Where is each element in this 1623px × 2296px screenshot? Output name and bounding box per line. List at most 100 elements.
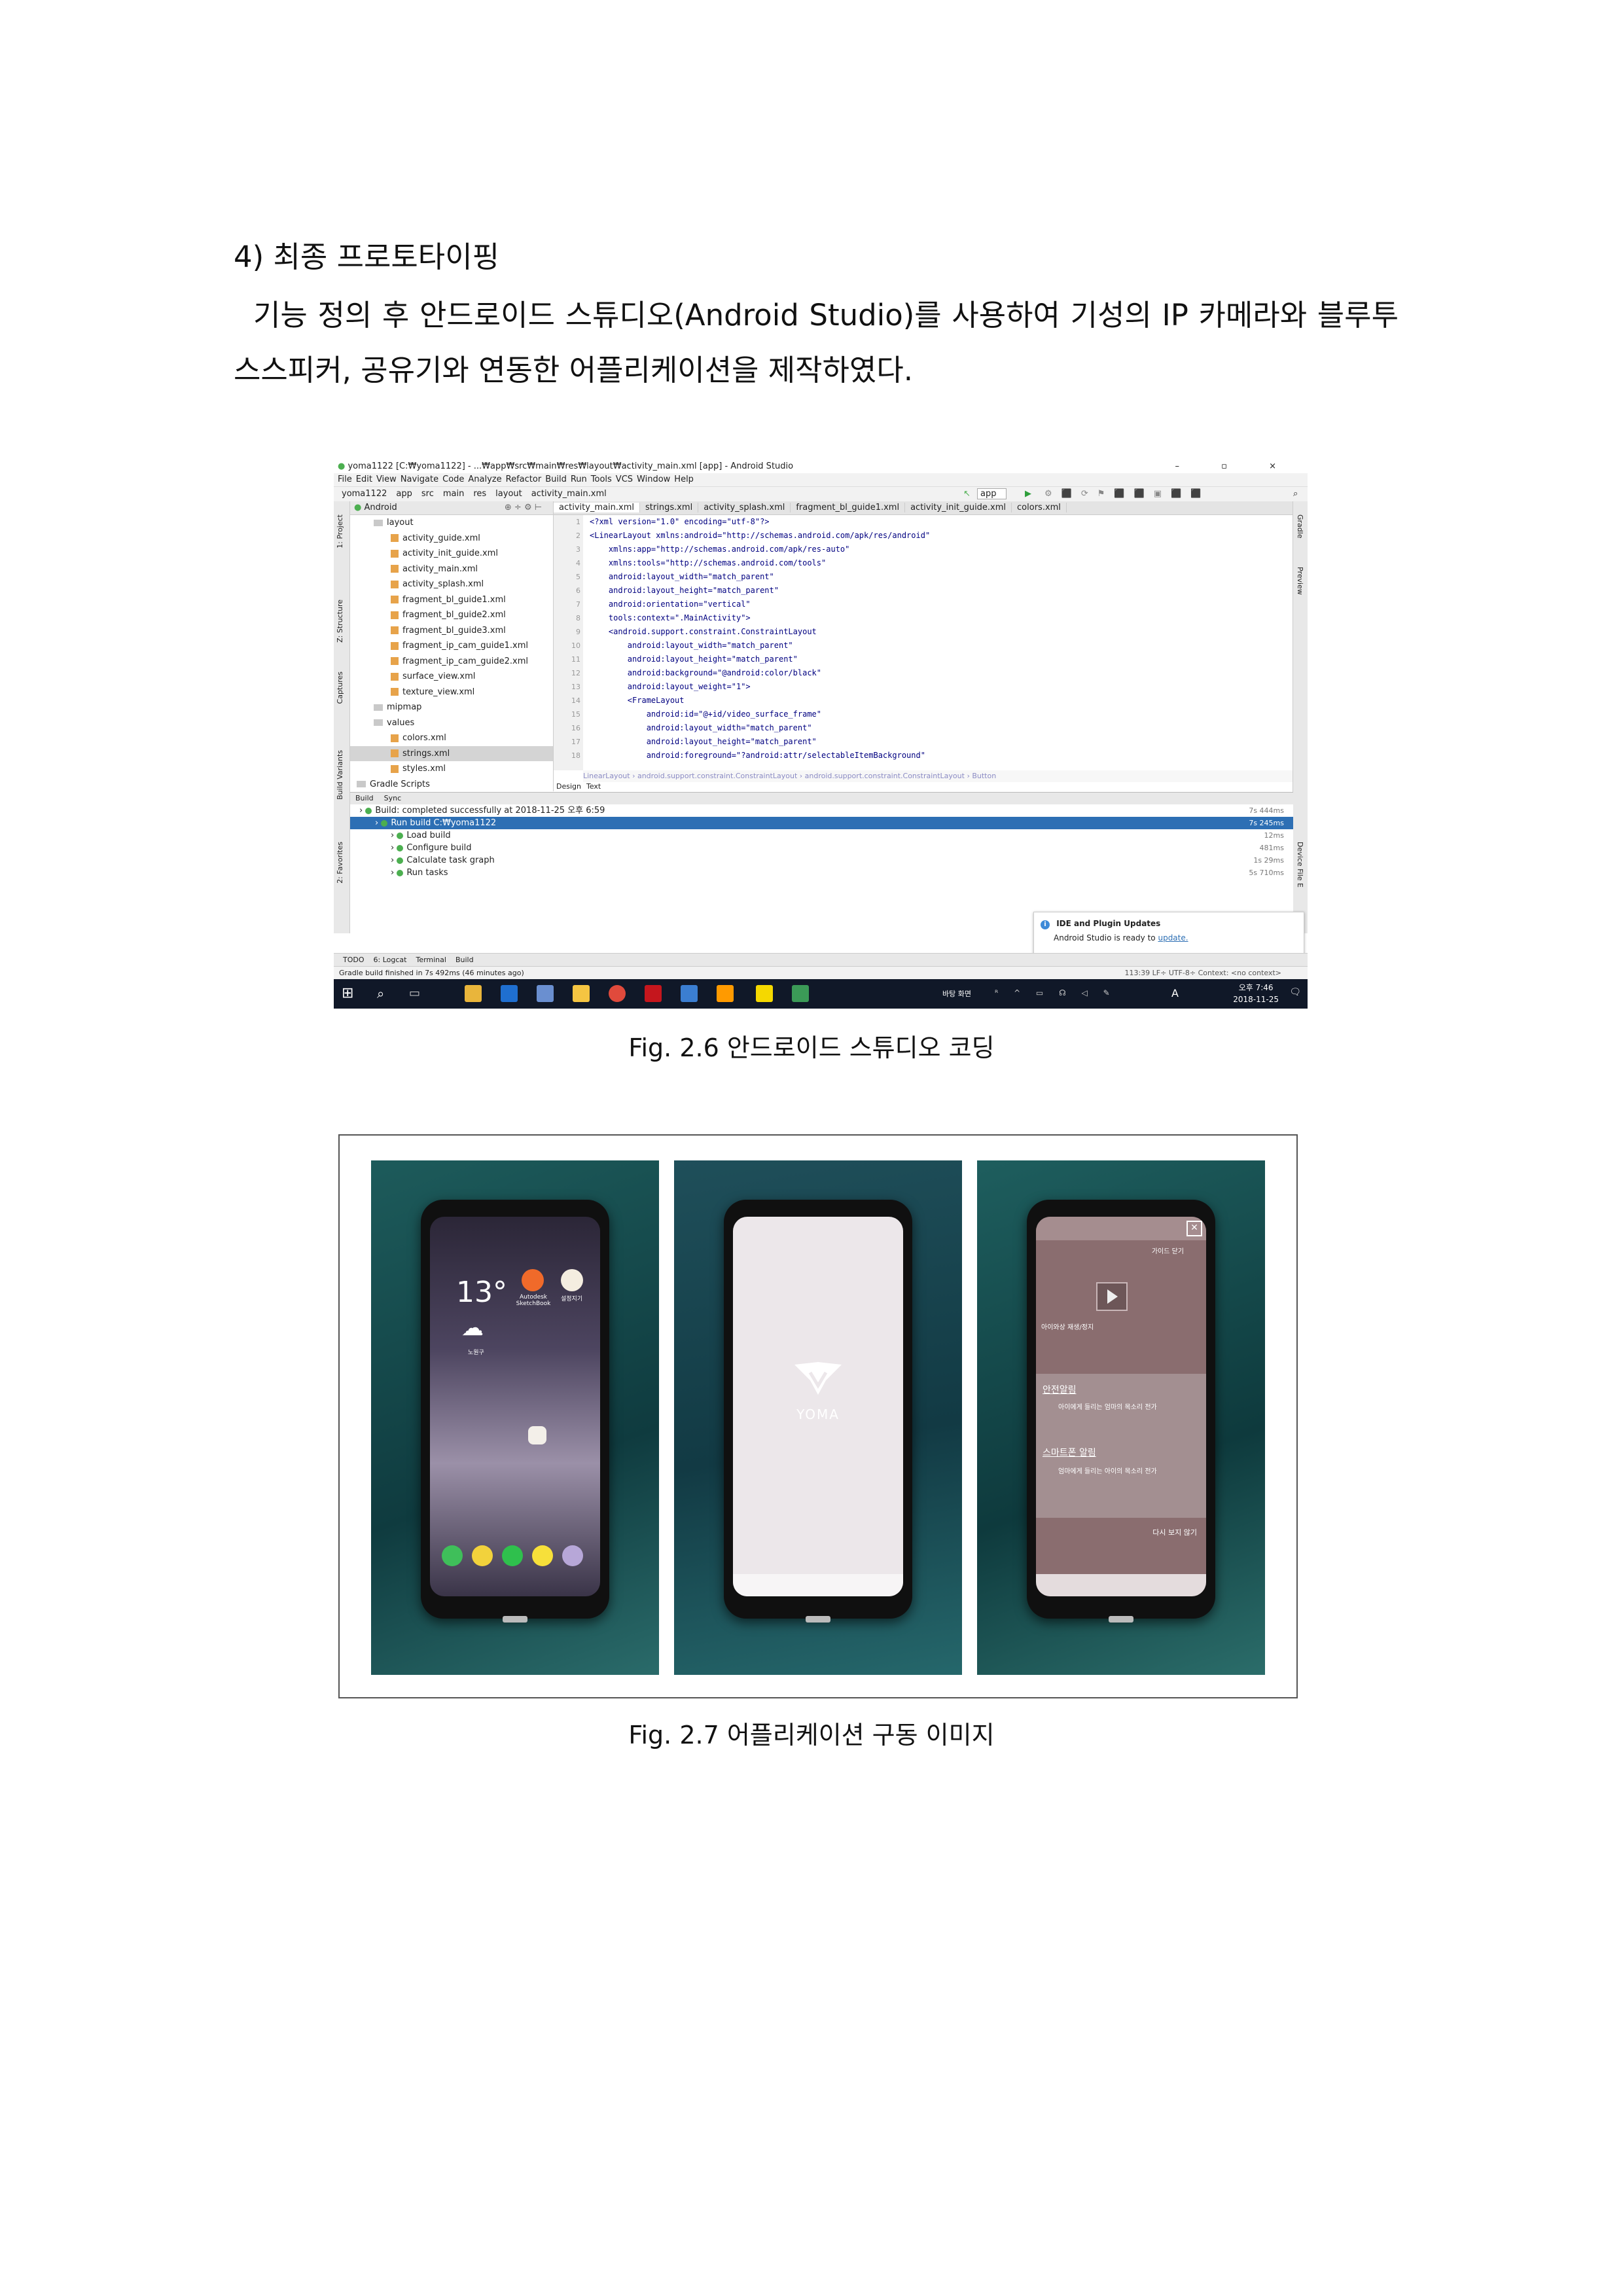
tool-window-button[interactable]: TODO xyxy=(343,956,365,964)
tree-item[interactable]: activity_splash.xml xyxy=(350,577,553,592)
editor-tab[interactable]: colors.xml xyxy=(1012,503,1067,512)
tree-item[interactable]: Gradle Scripts xyxy=(350,777,553,793)
code-line[interactable]: android:layout_height="match_parent" xyxy=(590,735,930,749)
nav-crumb[interactable]: main xyxy=(443,489,464,499)
build-step[interactable]: › Build: completed successfully at 2018-… xyxy=(350,804,1293,817)
search-icon[interactable]: ⌕ xyxy=(377,985,394,1002)
build-step[interactable]: › Configure build 481ms xyxy=(350,842,1293,854)
code-line[interactable]: xmlns:tools="http://schemas.android.com/… xyxy=(590,556,930,570)
menu-item[interactable]: File xyxy=(338,475,352,484)
edge-icon[interactable] xyxy=(501,985,518,1002)
tree-item[interactable]: fragment_bl_guide2.xml xyxy=(350,607,553,623)
code-line[interactable]: android:layout_width="match_parent" xyxy=(590,570,930,584)
build-tab[interactable]: Build xyxy=(350,794,379,802)
editor-tab[interactable]: activity_splash.xml xyxy=(698,503,791,512)
build-step[interactable]: › Load build 12ms xyxy=(350,829,1293,842)
kakaotalk-app-icon[interactable] xyxy=(532,1545,553,1566)
code-line[interactable]: android:layout_width="match_parent" xyxy=(590,639,930,653)
tree-item[interactable]: styles.xml xyxy=(350,761,553,777)
tree-item[interactable]: activity_guide.xml xyxy=(350,531,553,547)
code-line[interactable]: xmlns:app="http://schemas.android.com/ap… xyxy=(590,543,930,556)
app-icon[interactable] xyxy=(681,985,698,1002)
nav-crumb[interactable]: app xyxy=(396,489,412,499)
tree-item[interactable]: values xyxy=(350,715,553,731)
tree-item[interactable]: layout xyxy=(350,515,553,531)
android-nav-bar[interactable] xyxy=(733,1574,903,1596)
tool-window-tab[interactable]: Captures xyxy=(336,672,344,704)
build-step[interactable]: › Run tasks 5s 710ms xyxy=(350,867,1293,879)
tree-item[interactable]: activity_main.xml xyxy=(350,562,553,577)
tree-item[interactable]: strings.xml xyxy=(350,745,553,761)
tree-item[interactable]: mipmap xyxy=(350,700,553,715)
app-icon[interactable] xyxy=(537,985,554,1002)
code-line[interactable]: tools:context=".MainActivity"> xyxy=(590,611,930,625)
android-nav-bar[interactable] xyxy=(1036,1574,1206,1596)
design-mode-tab[interactable]: Text xyxy=(584,782,603,791)
tool-window-button[interactable]: 6: Logcat xyxy=(374,956,407,964)
code-area[interactable]: <?xml version="1.0" encoding="utf-8"?> <L… xyxy=(590,515,930,762)
update-link[interactable]: update. xyxy=(1158,933,1188,942)
toolbar-icons[interactable]: ⚙⬛⟳⚑⬛⬛▣⬛⬛ xyxy=(1044,487,1210,501)
editor-tab[interactable]: strings.xml xyxy=(640,503,699,512)
menu-item[interactable]: Code xyxy=(442,475,464,484)
tree-item[interactable]: fragment_bl_guide1.xml xyxy=(350,592,553,608)
run-config-select[interactable]: ↖ app xyxy=(959,487,1007,501)
menu-item[interactable]: Build xyxy=(545,475,567,484)
store-icon[interactable] xyxy=(465,985,482,1002)
nav-breadcrumb[interactable]: yoma1122 app src main res layout activity_main… xyxy=(338,489,612,499)
yoma-app-icon[interactable] xyxy=(528,1426,546,1444)
window-controls[interactable]: – ▫ × xyxy=(1175,460,1296,473)
menu-item[interactable]: Refactor xyxy=(506,475,542,484)
dont-show-again-button[interactable]: 다시 보지 않기 xyxy=(1152,1527,1197,1537)
tool-window-tab[interactable]: Device File E xyxy=(1296,842,1304,888)
code-line[interactable]: android:layout_weight="1"> xyxy=(590,680,930,694)
code-line[interactable]: <LinearLayout xmlns:android="http://sche… xyxy=(590,529,930,543)
tree-item[interactable]: surface_view.xml xyxy=(350,669,553,685)
taskbar-clock[interactable]: 오후 7:46 2018-11-25 xyxy=(1233,982,1279,1005)
xml-breadcrumb[interactable]: LinearLayout › android.support.constrain… xyxy=(583,770,1293,782)
phone-app-icon[interactable] xyxy=(442,1545,463,1566)
tree-item[interactable]: activity_init_guide.xml xyxy=(350,546,553,562)
close-icon[interactable]: ✕ xyxy=(1186,1221,1202,1236)
nav-crumb[interactable]: layout xyxy=(495,489,522,499)
menu-item[interactable]: Help xyxy=(674,475,694,484)
menu-item[interactable]: VCS xyxy=(616,475,633,484)
tool-window-button[interactable]: Build xyxy=(455,956,474,964)
tree-item[interactable]: colors.xml xyxy=(350,730,553,746)
taskbar-desktop-label[interactable]: 바탕 화면 xyxy=(942,988,971,999)
tool-window-tab[interactable]: Z: Structure xyxy=(336,600,344,643)
android-studio-icon[interactable] xyxy=(792,985,809,1002)
kakaotalk-icon[interactable] xyxy=(756,985,773,1002)
nav-crumb[interactable]: src xyxy=(421,489,434,499)
menu-item[interactable]: View xyxy=(376,475,397,484)
menu-item[interactable]: Tools xyxy=(591,475,612,484)
acrobat-icon[interactable] xyxy=(645,985,662,1002)
tool-window-tab[interactable]: Preview xyxy=(1296,567,1304,595)
nav-crumb[interactable]: yoma1122 xyxy=(342,489,387,499)
tree-item[interactable]: texture_view.xml xyxy=(350,685,553,700)
tool-window-tab[interactable]: 2: Favorites xyxy=(336,842,344,884)
design-mode-tab[interactable]: Design xyxy=(554,782,584,791)
messages-app-icon[interactable] xyxy=(472,1545,493,1566)
nav-crumb[interactable]: res xyxy=(473,489,486,499)
play-icon[interactable] xyxy=(1096,1282,1128,1311)
windows-start-icon[interactable]: ⊞ xyxy=(342,985,359,1002)
ime-indicator[interactable]: A xyxy=(1171,987,1179,999)
menu-item[interactable]: Edit xyxy=(356,475,372,484)
tray-icons[interactable]: ᴿ ^ ▭ ☊ ◁ ✎ xyxy=(995,988,1116,997)
notification-icon[interactable]: 🗨 xyxy=(1289,987,1301,997)
code-line[interactable]: <FrameLayout xyxy=(590,694,930,708)
tool-window-button[interactable]: Terminal xyxy=(416,956,446,964)
code-line[interactable]: android:layout_height="match_parent" xyxy=(590,584,930,598)
menu-item[interactable]: Run xyxy=(571,475,587,484)
tree-item[interactable]: fragment_bl_guide3.xml xyxy=(350,623,553,639)
run-config-label[interactable]: app xyxy=(977,488,1007,499)
sketchbook-app-icon[interactable] xyxy=(522,1269,544,1291)
app-icon[interactable] xyxy=(561,1269,583,1291)
code-line[interactable]: <?xml version="1.0" encoding="utf-8"?> xyxy=(590,515,930,529)
tool-window-tab[interactable]: Gradle xyxy=(1296,514,1304,539)
tree-item[interactable]: fragment_ip_cam_guide2.xml xyxy=(350,654,553,670)
build-step[interactable]: › Calculate task graph 1s 29ms xyxy=(350,854,1293,867)
editor-tab[interactable]: activity_init_guide.xml xyxy=(905,503,1012,512)
menu-item[interactable]: Analyze xyxy=(468,475,501,484)
